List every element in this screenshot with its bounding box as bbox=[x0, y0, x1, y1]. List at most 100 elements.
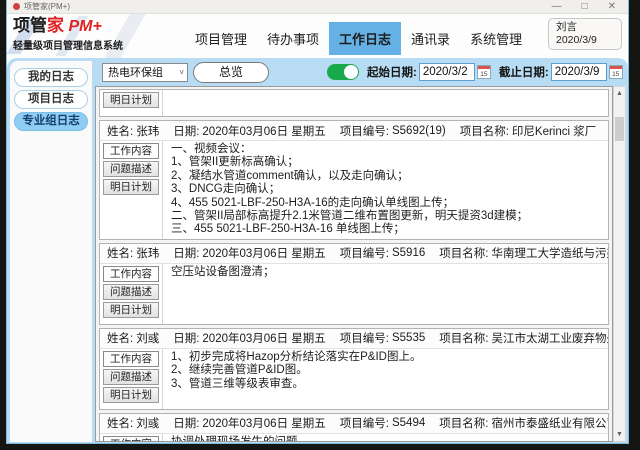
tab-project-management[interactable]: 项目管理 bbox=[185, 22, 257, 55]
date-label: 日期: bbox=[173, 330, 199, 346]
vertical-scrollbar[interactable]: ▲ ▼ bbox=[613, 86, 626, 442]
entry-tab-column: 工作内容 问题描述 明日计划 bbox=[100, 264, 162, 324]
end-date-label: 截止日期: bbox=[499, 64, 549, 80]
entry-project-name: 华南理工大学造纸与污染控制国家 bbox=[491, 245, 608, 261]
name-label: 姓名: bbox=[107, 330, 133, 346]
entry-project-no: S5692(19) bbox=[392, 125, 446, 137]
entry-name: 刘彧 bbox=[136, 415, 159, 431]
name-label: 姓名: bbox=[107, 415, 133, 431]
entry-content: 1、初步完成将Hazop分析结论落实在P&ID图上。 2、继续完善管道P&ID图… bbox=[162, 349, 608, 409]
tomorrow-plan-tab[interactable]: 明日计划 bbox=[103, 302, 159, 318]
entry-project-name: 印尼Kerinci 浆厂 bbox=[512, 123, 596, 139]
project-name-label: 项目名称: bbox=[460, 123, 509, 139]
start-date-label: 起始日期: bbox=[367, 64, 417, 80]
problem-description-tab[interactable]: 问题描述 bbox=[103, 284, 159, 300]
main-nav: 项目管理 待办事项 工作日志 通讯录 系统管理 bbox=[185, 22, 532, 54]
date-label: 日期: bbox=[173, 415, 199, 431]
main-area: 我的日志 项目日志 专业组日志 热电环保组 ˅ 总览 起始日期: 2020/3/… bbox=[7, 58, 628, 443]
entry-header: 姓名:刘彧 日期:2020年03月06日 星期五 项目编号:S5494 项目名称… bbox=[100, 414, 608, 434]
entry-content bbox=[162, 90, 608, 116]
entry-tab-column: 工作内容 问题描述 明日计划 bbox=[100, 434, 162, 442]
entry-content: 空压站设备图澄清； bbox=[162, 264, 608, 324]
scroll-up-arrow[interactable]: ▲ bbox=[614, 87, 625, 100]
project-name-label: 项目名称: bbox=[439, 245, 488, 261]
log-list-wrap: 明日计划 姓名:张玮 日期:2020年03月06日 星期五 项目编号:S5692… bbox=[95, 86, 626, 442]
tomorrow-plan-tab[interactable]: 明日计划 bbox=[103, 92, 159, 108]
tab-todo-items[interactable]: 待办事项 bbox=[257, 22, 329, 55]
work-content-tab[interactable]: 工作内容 bbox=[103, 351, 159, 367]
maximize-button[interactable]: □ bbox=[582, 2, 588, 12]
end-date-input[interactable]: 2020/3/9 bbox=[551, 63, 607, 81]
start-date-input[interactable]: 2020/3/2 bbox=[419, 63, 475, 81]
entry-date: 2020年03月06日 星期五 bbox=[202, 123, 325, 139]
project-name-label: 项目名称: bbox=[439, 330, 488, 346]
project-name-label: 项目名称: bbox=[439, 415, 488, 431]
group-select[interactable]: 热电环保组 ˅ bbox=[102, 63, 188, 82]
content-area: 热电环保组 ˅ 总览 起始日期: 2020/3/2 15 截止日期: 2020/… bbox=[92, 58, 628, 443]
scroll-down-arrow[interactable]: ▼ bbox=[614, 428, 625, 441]
user-name: 刘言 bbox=[556, 21, 614, 34]
current-user-box[interactable]: 刘言 2020/3/9 bbox=[548, 18, 622, 50]
minimize-button[interactable]: — bbox=[552, 2, 562, 12]
entry-content: 一、视频会议： 1、管架II更新标高确认； 2、凝结水管道comment确认，以… bbox=[162, 141, 608, 239]
app-icon bbox=[13, 3, 20, 10]
sidebar: 我的日志 项目日志 专业组日志 bbox=[10, 61, 92, 442]
group-select-value: 热电环保组 bbox=[108, 64, 179, 80]
calendar-icon[interactable]: 15 bbox=[477, 65, 491, 79]
entry-header: 姓名:张玮 日期:2020年03月06日 星期五 项目编号:S5692(19) … bbox=[100, 121, 608, 141]
log-entry: 姓名:刘彧 日期:2020年03月06日 星期五 项目编号:S5535 项目名称… bbox=[99, 328, 609, 410]
logo-text-red: 家 bbox=[47, 16, 64, 35]
entry-tab-column: 工作内容 问题描述 明日计划 bbox=[100, 141, 162, 239]
work-content-tab[interactable]: 工作内容 bbox=[103, 266, 159, 282]
entry-tab-column: 工作内容 问题描述 明日计划 bbox=[100, 349, 162, 409]
close-button[interactable]: ✕ bbox=[608, 2, 616, 12]
overview-button[interactable]: 总览 bbox=[193, 62, 269, 83]
logo-pm: PM+ bbox=[64, 18, 102, 35]
entry-name: 张玮 bbox=[136, 245, 159, 261]
entry-name: 刘彧 bbox=[136, 330, 159, 346]
log-list: 明日计划 姓名:张玮 日期:2020年03月06日 星期五 项目编号:S5692… bbox=[95, 86, 613, 442]
sidebar-item-my-log[interactable]: 我的日志 bbox=[14, 68, 88, 87]
filter-bar: 热电环保组 ˅ 总览 起始日期: 2020/3/2 15 截止日期: 2020/… bbox=[92, 58, 628, 86]
tab-system-management[interactable]: 系统管理 bbox=[460, 22, 532, 55]
log-entry: 姓名:张玮 日期:2020年03月06日 星期五 项目编号:S5916 项目名称… bbox=[99, 243, 609, 325]
work-content-tab[interactable]: 工作内容 bbox=[103, 436, 159, 442]
app-logo: 项管家 PM+ 轻量级项目管理信息系统 bbox=[13, 16, 193, 52]
toggle-knob bbox=[344, 65, 358, 79]
project-no-label: 项目编号: bbox=[340, 123, 389, 139]
entry-header: 姓名:张玮 日期:2020年03月06日 星期五 项目编号:S5916 项目名称… bbox=[100, 244, 608, 264]
entry-project-no: S5916 bbox=[392, 247, 425, 259]
title-bar: 项管家(PM+) — □ ✕ bbox=[7, 0, 628, 14]
log-entry: 姓名:张玮 日期:2020年03月06日 星期五 项目编号:S5692(19) … bbox=[99, 120, 609, 240]
sidebar-item-group-log[interactable]: 专业组日志 bbox=[14, 112, 88, 131]
app-header: 项管家 PM+ 轻量级项目管理信息系统 项目管理 待办事项 工作日志 通讯录 系… bbox=[7, 14, 628, 58]
window-title: 项管家(PM+) bbox=[24, 1, 552, 12]
date-label: 日期: bbox=[173, 245, 199, 261]
entry-project-no: S5494 bbox=[392, 417, 425, 429]
log-entry: 姓名:刘彧 日期:2020年03月06日 星期五 项目编号:S5494 项目名称… bbox=[99, 413, 609, 442]
tab-contacts[interactable]: 通讯录 bbox=[401, 22, 460, 55]
entry-project-no: S5535 bbox=[392, 332, 425, 344]
log-entries: 姓名:张玮 日期:2020年03月06日 星期五 项目编号:S5692(19) … bbox=[99, 120, 609, 442]
tomorrow-plan-tab[interactable]: 明日计划 bbox=[103, 387, 159, 403]
tomorrow-plan-tab[interactable]: 明日计划 bbox=[103, 179, 159, 195]
project-no-label: 项目编号: bbox=[340, 330, 389, 346]
sidebar-item-project-log[interactable]: 项目日志 bbox=[14, 90, 88, 109]
problem-description-tab[interactable]: 问题描述 bbox=[103, 369, 159, 385]
entry-name: 张玮 bbox=[136, 123, 159, 139]
chevron-down-icon: ˅ bbox=[179, 68, 184, 77]
problem-description-tab[interactable]: 问题描述 bbox=[103, 161, 159, 177]
project-no-label: 项目编号: bbox=[340, 415, 389, 431]
calendar-icon[interactable]: 15 bbox=[609, 65, 623, 79]
name-label: 姓名: bbox=[107, 123, 133, 139]
entry-date: 2020年03月06日 星期五 bbox=[202, 330, 325, 346]
work-content-tab[interactable]: 工作内容 bbox=[103, 143, 159, 159]
tab-work-log[interactable]: 工作日志 bbox=[329, 22, 401, 55]
entry-header: 姓名:刘彧 日期:2020年03月06日 星期五 项目编号:S5535 项目名称… bbox=[100, 329, 608, 349]
entry-date: 2020年03月06日 星期五 bbox=[202, 245, 325, 261]
date-range-toggle[interactable] bbox=[327, 64, 359, 80]
entry-project-name: 吴江市太湖工业废弃物处理有限公司 bbox=[491, 330, 608, 346]
logo-text: 项管 bbox=[13, 16, 47, 35]
scrollbar-thumb[interactable] bbox=[615, 117, 624, 141]
app-window: 项管家(PM+) — □ ✕ 项管家 PM+ 轻量级项目管理信息系统 项目管理 … bbox=[7, 0, 628, 443]
